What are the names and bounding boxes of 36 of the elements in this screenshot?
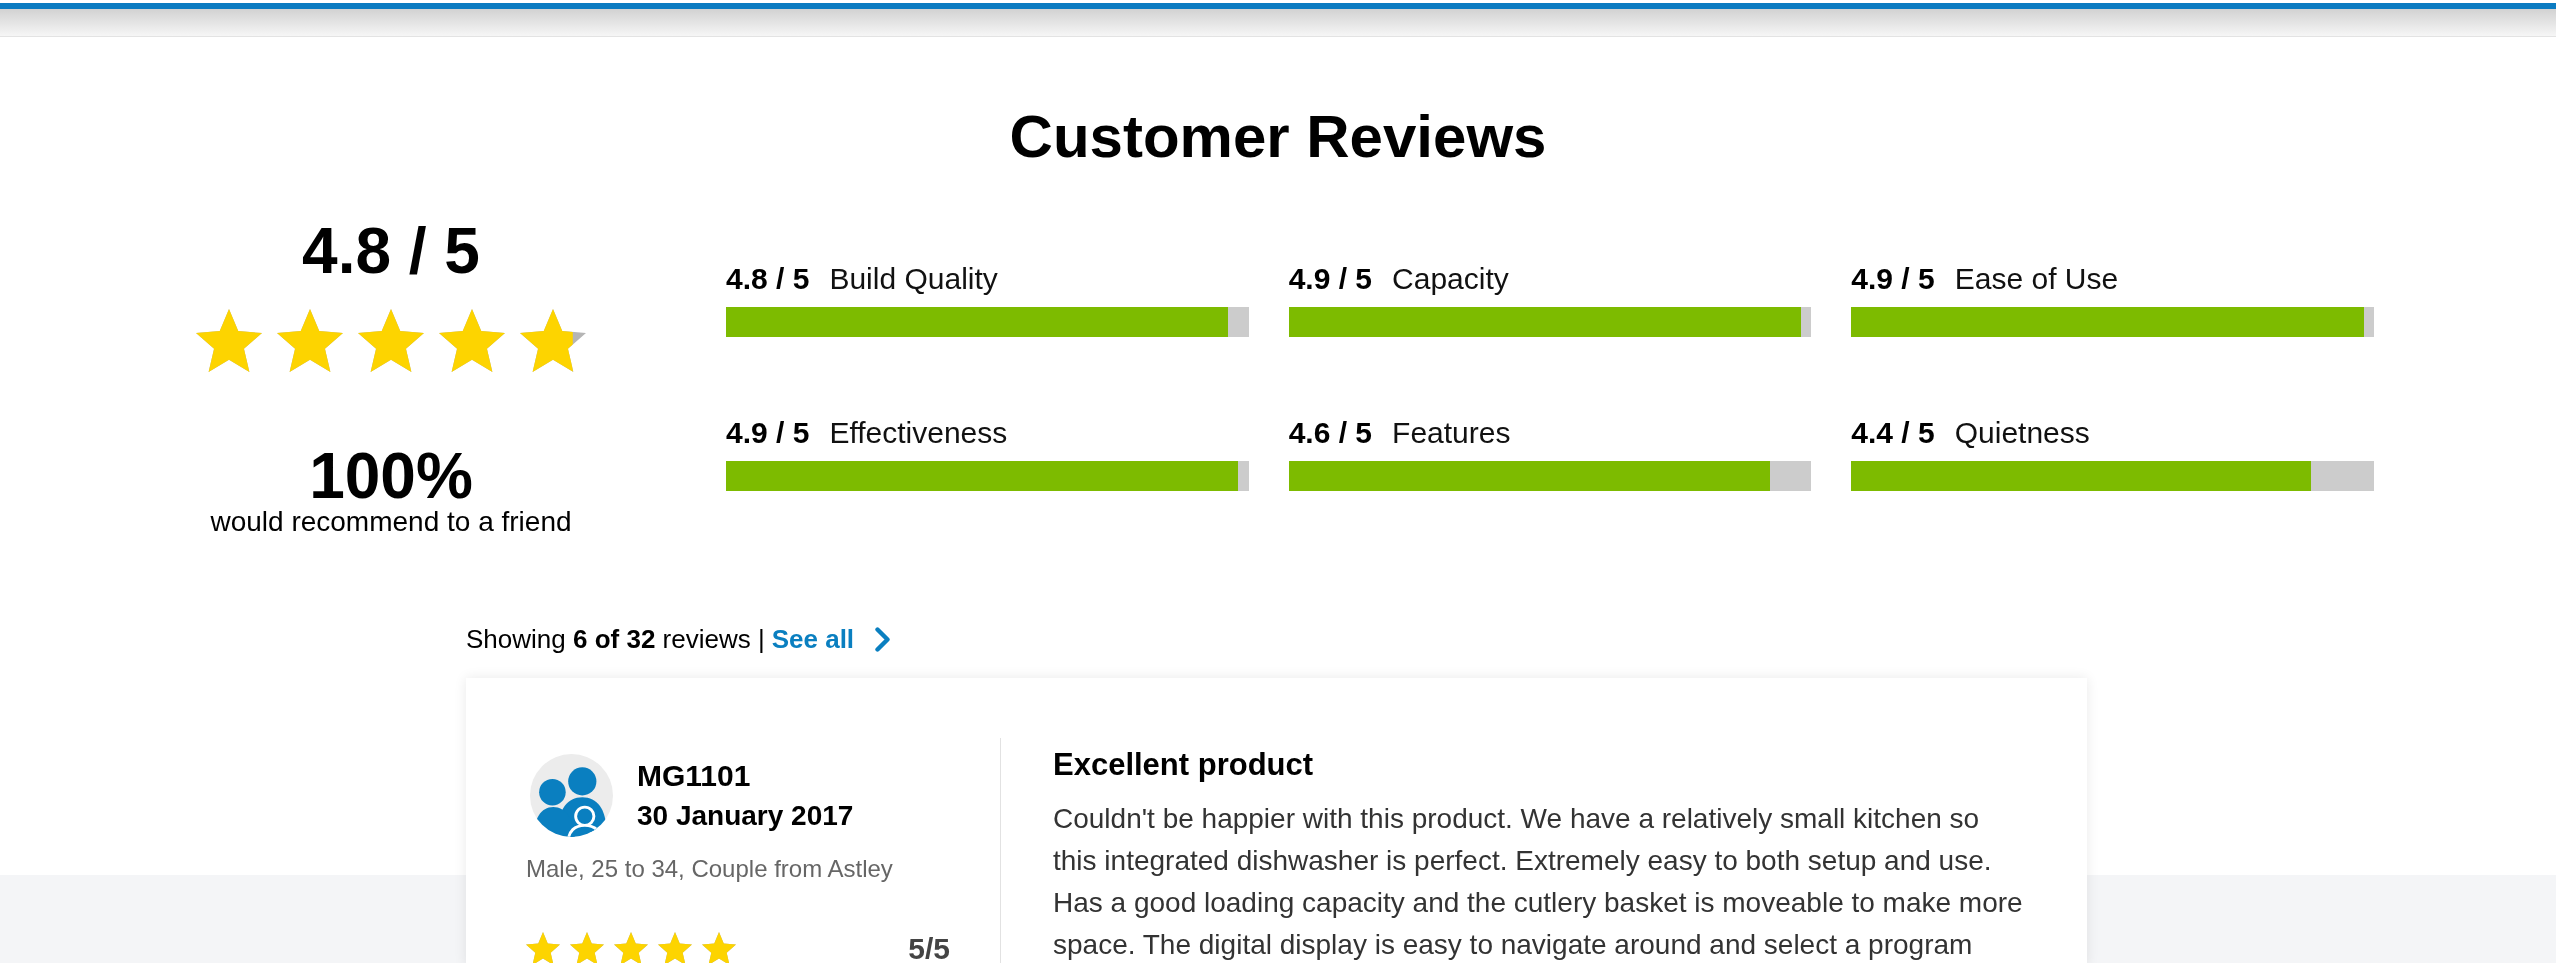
category-score: 4.9 / 5: [1851, 264, 1935, 294]
star-icon: [520, 309, 586, 372]
review-date: 30 January 2017: [637, 802, 854, 830]
category-score: 4.8 / 5: [726, 264, 810, 294]
category-name: Ease of Use: [1954, 264, 2119, 294]
rating-score: 5/5: [908, 933, 950, 963]
overall-score: 4.8 / 5: [302, 219, 480, 283]
star-icon: [614, 932, 648, 963]
category-name: Effectiveness: [829, 418, 1008, 448]
recommend-label: would recommend to a friend: [210, 508, 572, 536]
section-heading: Customer Reviews: [1009, 107, 1547, 167]
category-name: Capacity: [1392, 264, 1509, 294]
star-icon: [570, 932, 604, 963]
category-name: Features: [1392, 418, 1511, 448]
recommend-percentage: 100%: [309, 444, 473, 508]
review-text: Couldn't be happier with this product. We have a relatively small kitchen so this integrated dishwasher is perfect. Extremely easy to both setup and use. Has a good loading capacity and the cutlery basket is moveable to make more space. The digital display is easy to navigate around and select a program: [1053, 802, 2024, 962]
see-all-link[interactable]: See all: [771, 626, 892, 652]
reviewer-details: Male, 25 to 34, Couple from Astley: [526, 857, 893, 881]
star-icon: [277, 309, 343, 372]
category-score: 4.9 / 5: [1288, 264, 1373, 294]
reviewer-name: MG1101: [637, 761, 751, 791]
star-icon: [702, 932, 736, 963]
star-icon: [526, 932, 560, 963]
family-avatar-icon: [530, 754, 613, 837]
category-score: 4.9 / 5: [726, 418, 810, 448]
category-score: 4.4 / 5: [1851, 418, 1935, 448]
category-name: Quietness: [1954, 418, 2090, 448]
review-count-text: Showing 6 of 32 reviews |: [466, 626, 765, 652]
star-icon: [358, 309, 424, 372]
star-icon: [196, 309, 262, 372]
star-icon: [658, 932, 692, 963]
review-title: Excellent product: [1053, 749, 1314, 780]
chevron-right-icon: [874, 626, 892, 652]
star-icon: [439, 309, 505, 372]
category-score: 4.6 / 5: [1288, 418, 1373, 448]
category-name: Build Quality: [829, 264, 998, 294]
